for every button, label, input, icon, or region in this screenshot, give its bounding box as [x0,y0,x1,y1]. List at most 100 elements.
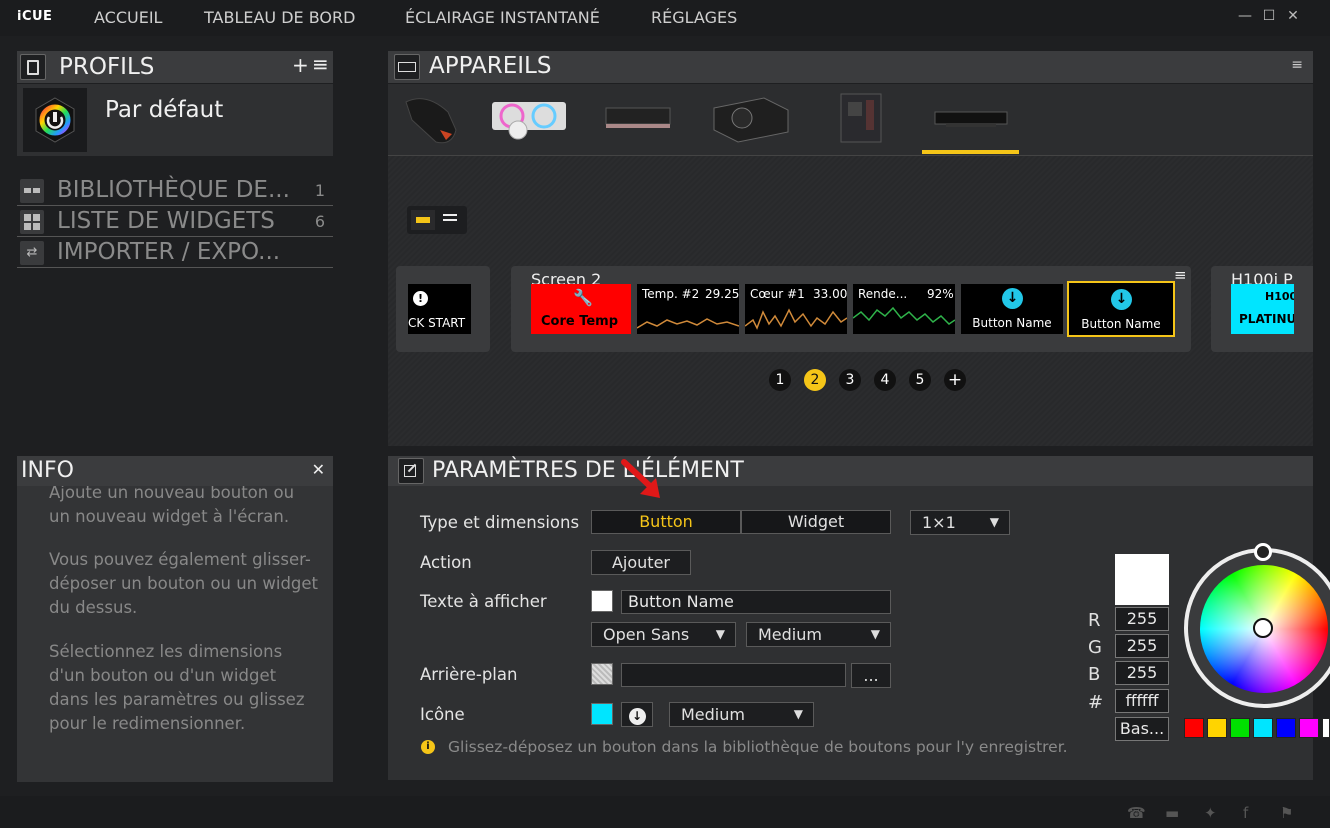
icon-size-select[interactable]: Medium ▼ [669,702,814,727]
info-paragraph: Ajoute un nouveau bouton ou un nouveau w… [49,486,295,526]
chevron-down-icon: ▼ [870,627,880,641]
sensor-value: 29.25 [705,287,739,301]
sensor-label: Temp. #2 [642,287,700,301]
button-library-icon [20,179,44,203]
psu-icon[interactable] [710,90,790,146]
action-label: Action [420,553,472,572]
nav-home[interactable]: ACCUEIL [94,8,162,27]
view-toggle[interactable] [407,206,467,234]
download-icon: ↓ [628,708,646,725]
info-icon: i [421,740,435,754]
library-import-export[interactable]: ⇄ IMPORTER / EXPO... [17,238,333,268]
list-view-icon[interactable] [443,214,457,216]
basic-colors-button[interactable]: Bas... [1115,717,1169,741]
widgets-grid-icon [20,210,44,234]
support-icon[interactable]: ☎ [1127,804,1146,822]
sensor-tile[interactable]: Temp. #2 29.25 [637,284,739,334]
chat-icon[interactable]: ▬ [1165,804,1179,822]
mouse-icon[interactable] [396,90,466,146]
corsair-icon[interactable]: ⚑ [1280,804,1293,822]
button-tile[interactable]: ↓ Button Name [961,284,1063,334]
core-temp-tile[interactable]: 🔧 Core Temp [531,284,631,334]
type-widget-option[interactable]: Widget [741,510,891,534]
palette-blue[interactable] [1276,718,1296,738]
add-profile-icon[interactable]: + [292,53,309,77]
font-select[interactable]: Open Sans ▼ [591,622,736,647]
library-buttons-label: BIBLIOTHÈQUE DE... [57,177,290,203]
add-page-button[interactable]: + [944,369,966,391]
library-widgets-count: 6 [314,212,325,231]
text-field[interactable]: Button Name [621,590,891,614]
weight-select[interactable]: Medium ▼ [746,622,891,647]
g-field[interactable]: 255 [1115,634,1169,658]
palette-green[interactable] [1230,718,1250,738]
twitter-icon[interactable]: ✦ [1204,804,1217,822]
lcd-screen-icon[interactable] [932,90,1010,146]
background-label: Arrière-plan [420,665,518,684]
maximize-icon[interactable]: ☐ [1261,8,1277,24]
sensor-tile[interactable]: Rende... 92% [853,284,955,334]
button-tile-selected[interactable]: ↓ Button Name [1067,281,1175,337]
palette-cyan[interactable] [1253,718,1273,738]
page-4[interactable]: 4 [874,369,896,391]
info-close-icon[interactable]: ✕ [312,460,325,479]
palette-yellow[interactable] [1207,718,1227,738]
profiles-title: PROFILS [59,54,155,80]
r-field[interactable]: 255 [1115,607,1169,631]
close-icon[interactable]: ✕ [1285,8,1301,24]
edit-icon [398,458,424,484]
nav-dashboard[interactable]: TABLEAU DE BORD [204,8,355,27]
library-widgets[interactable]: LISTE DE WIDGETS 6 [17,207,333,237]
ram-icon[interactable] [604,90,672,146]
carousel-view-icon[interactable] [411,210,435,230]
background-browse-button[interactable]: ... [851,663,891,688]
text-color-swatch[interactable] [591,590,613,612]
h100i-tile[interactable]: H100 PLATINUI [1231,284,1294,334]
h100i-line: PLATINUI [1239,312,1294,326]
aio-cooler-icon[interactable] [488,90,570,146]
color-wheel-cursor[interactable] [1253,618,1273,638]
quick-start-tile[interactable]: ! CK START [408,284,471,334]
hex-field[interactable]: ffffff [1115,689,1169,713]
page-1[interactable]: 1 [769,369,791,391]
palette-red[interactable] [1184,718,1204,738]
facebook-icon[interactable]: f [1243,804,1248,822]
background-field[interactable] [621,663,846,687]
screen-menu-icon[interactable]: ≡ [1174,266,1187,284]
nav-instant-lighting[interactable]: ÉCLAIRAGE INSTANTANÉ [405,8,600,27]
library-import-export-label: IMPORTER / EXPO... [57,239,281,265]
page-2[interactable]: 2 [804,369,826,391]
sensor-graph [637,318,739,329]
icon-color-swatch[interactable] [591,703,613,725]
palette-magenta[interactable] [1299,718,1319,738]
b-field[interactable]: 255 [1115,661,1169,685]
h100i-line: H100 [1265,290,1294,303]
info-body: Ajoute un nouveau bouton ou un nouveau w… [17,486,333,782]
devices-menu-icon[interactable]: ≡ [1291,57,1303,73]
library-widgets-label: LISTE DE WIDGETS [57,208,275,234]
icon-picker-button[interactable]: ↓ [621,702,653,727]
params-title: PARAMÈTRES DE L'ÉLÉMENT [432,458,744,483]
color-preview [1115,554,1169,605]
type-button-option[interactable]: Button [591,510,741,534]
quick-start-label: CK START [408,316,466,330]
page-5[interactable]: 5 [909,369,931,391]
brightness-handle[interactable] [1254,543,1272,561]
sensor-tile[interactable]: Cœur #1 33.00 [745,284,847,334]
background-swatch[interactable] [591,663,613,685]
info-header: INFO ✕ [17,456,333,486]
add-action-button[interactable]: Ajouter [591,550,691,575]
device-selected-indicator [922,150,1019,154]
size-select[interactable]: 1×1 ▼ [910,510,1010,535]
devices-title: APPAREILS [429,53,552,79]
library-buttons[interactable]: BIBLIOTHÈQUE DE... 1 [17,176,333,206]
nav-settings[interactable]: RÉGLAGES [651,8,737,27]
palette-white[interactable] [1322,718,1330,738]
chevron-down-icon: ▼ [715,627,725,641]
profiles-menu-icon[interactable]: ≡ [312,52,329,76]
motherboard-icon[interactable] [838,90,884,146]
minimize-icon[interactable]: — [1237,8,1253,24]
alert-icon: ! [413,291,428,306]
page-3[interactable]: 3 [839,369,861,391]
profile-item[interactable]: Par défaut [17,84,333,156]
